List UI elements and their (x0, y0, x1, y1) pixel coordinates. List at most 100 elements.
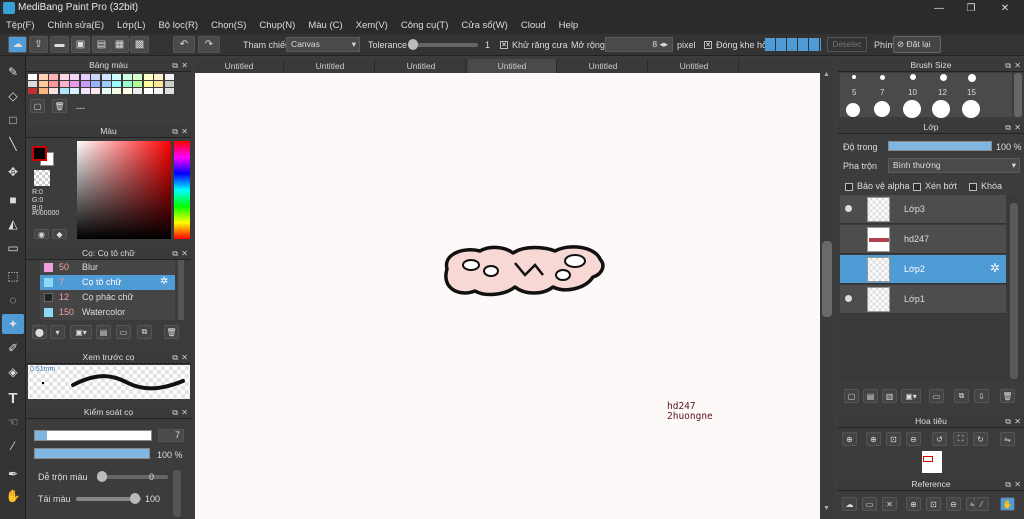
new-8bit-layer-icon[interactable]: ▥ (882, 389, 897, 403)
operation-tool-icon[interactable]: ☜ (2, 412, 24, 432)
close-icon[interactable]: ✕ (181, 406, 188, 419)
palette-swatch[interactable] (101, 74, 111, 80)
palette-swatch[interactable] (80, 88, 90, 94)
new-layer-icon[interactable]: ▢ (844, 389, 859, 403)
brush-settings-icon[interactable]: ▤ (96, 325, 111, 339)
palette-swatch[interactable] (49, 74, 58, 80)
menu-filter[interactable]: Bộ lọc(R) (158, 20, 198, 31)
deselect-button[interactable]: Deselec (827, 37, 867, 52)
palette-swatch[interactable] (164, 74, 174, 80)
palette-swatch[interactable] (49, 88, 58, 94)
size-dot[interactable] (910, 74, 916, 80)
close-icon[interactable]: ✕ (181, 247, 188, 260)
palette-swatch[interactable] (28, 88, 37, 94)
popout-icon[interactable]: ⧉ (172, 247, 178, 260)
clipping-checkbox[interactable] (913, 181, 921, 191)
blend-slider-handle[interactable] (97, 471, 107, 482)
palette-swatch[interactable] (91, 81, 100, 87)
palette-swatch[interactable] (38, 81, 48, 87)
control-scrollbar[interactable] (173, 470, 181, 517)
eye-icon[interactable] (845, 295, 852, 302)
palette-swatch[interactable] (59, 88, 69, 94)
brush-menu-icon[interactable]: ▾ (50, 325, 65, 339)
navigator-preview[interactable] (922, 451, 942, 473)
redo-icon[interactable]: ↷ (198, 36, 220, 53)
menu-edit[interactable]: Chỉnh sửa(E) (48, 20, 105, 31)
palette-swatch[interactable] (101, 88, 111, 94)
palette-swatch[interactable] (91, 74, 100, 80)
tolerance-slider[interactable] (408, 43, 478, 47)
layer-scrollbar[interactable] (1010, 203, 1018, 379)
add-brush-icon[interactable]: ⬤ (32, 325, 47, 339)
move-tool-icon[interactable]: ✥ (2, 162, 24, 182)
tile-icon[interactable]: ▩ (130, 36, 149, 53)
palette-swatch[interactable] (28, 74, 37, 80)
palette-swatch[interactable] (143, 88, 153, 94)
merge-down-icon[interactable]: ⇩ (974, 389, 989, 403)
popout-icon[interactable]: ⧉ (172, 406, 178, 419)
foreground-color-swatch[interactable] (32, 146, 47, 161)
blend-mode-select[interactable]: Bình thường ▾ (888, 158, 1020, 173)
palette-swatch[interactable] (38, 74, 48, 80)
size-dot-large[interactable] (962, 100, 980, 118)
rectangle-tool-icon[interactable]: □ (2, 110, 24, 130)
eye-icon[interactable] (845, 205, 852, 212)
zoom-in-icon[interactable]: ⊕ (866, 432, 881, 446)
palette-swatch[interactable] (112, 81, 121, 87)
menu-tools[interactable]: Công cụ(T) (401, 20, 449, 31)
opacity-slider[interactable] (34, 448, 150, 459)
popout-icon[interactable]: ⧉ (1005, 59, 1011, 72)
close-icon[interactable]: ✕ (181, 59, 188, 72)
scrollbar-thumb[interactable] (822, 241, 832, 317)
color-dropper-icon[interactable]: ◆ (52, 229, 67, 239)
new-halftone-layer-icon[interactable]: ▤ (863, 389, 878, 403)
popout-icon[interactable]: ⧉ (1005, 478, 1011, 491)
brush-tool-icon[interactable]: ✎ (2, 62, 24, 82)
material-icon[interactable]: ▣ (71, 36, 90, 53)
line-tool-icon[interactable]: ╲ (2, 134, 24, 154)
popout-icon[interactable]: ⧉ (172, 351, 178, 364)
ref-hand-icon[interactable]: ✋ (1000, 497, 1015, 511)
fullscreen-icon[interactable]: ⛶ (953, 432, 968, 446)
ref-zoom-out-icon[interactable]: ⊖ (946, 497, 961, 511)
layer-row[interactable]: hd247 (840, 225, 1006, 254)
document-tab[interactable]: Untitled (377, 59, 466, 73)
palette-swatch[interactable] (133, 88, 142, 94)
layer-row-active[interactable]: Lớp2 ✲ (840, 255, 1006, 284)
size-dot[interactable] (852, 75, 856, 79)
palette-swatch[interactable] (38, 88, 48, 94)
size-dot-large[interactable] (846, 103, 860, 117)
ref-zoom-in-icon[interactable]: ⊕ (906, 497, 921, 511)
palette-swatch[interactable] (154, 88, 163, 94)
ref-close-icon[interactable]: ✕ (882, 497, 897, 511)
palette-swatch[interactable] (133, 74, 142, 80)
palette-swatch[interactable] (112, 74, 121, 80)
select-pen-tool-icon[interactable]: ✐ (2, 338, 24, 358)
fit-icon[interactable]: ⊡ (886, 432, 901, 446)
hand-tool-icon[interactable]: ✋ (2, 486, 24, 506)
palette-swatch[interactable] (133, 81, 142, 87)
antialias-checkbox[interactable]: ✕ (500, 39, 508, 49)
bucket-tool-icon[interactable]: ◭ (2, 214, 24, 234)
layer-row[interactable]: Lớp3 (840, 195, 1006, 224)
palette-swatch[interactable] (122, 81, 132, 87)
lock-checkbox[interactable] (969, 181, 977, 191)
ref-dropper-icon[interactable]: ⁄ (974, 497, 989, 511)
popout-icon[interactable]: ⧉ (1005, 121, 1011, 134)
lasso-tool-icon[interactable]: ◌ (2, 290, 24, 310)
gear-icon[interactable]: ✲ (160, 276, 168, 287)
menu-snap[interactable]: Chụp(N) (259, 20, 295, 31)
palette-swatch[interactable] (154, 81, 163, 87)
dropper-tool-icon[interactable]: ⁄ (2, 436, 24, 456)
rotate-left-icon[interactable]: ↺ (932, 432, 947, 446)
blend-slider[interactable] (98, 475, 168, 479)
layer-folder-icon[interactable]: ▭ (929, 389, 944, 403)
palette-swatch[interactable] (154, 74, 163, 80)
ref-fit-icon[interactable]: ⊡ (926, 497, 941, 511)
size-dot[interactable] (940, 74, 947, 81)
tolerance-slider-handle[interactable] (408, 39, 418, 50)
gradient-tool-icon[interactable]: ▭ (2, 238, 24, 258)
size-dot-large[interactable] (932, 100, 950, 118)
ref-cloud-icon[interactable]: ☁ (842, 497, 857, 511)
palette-swatch[interactable] (91, 88, 100, 94)
